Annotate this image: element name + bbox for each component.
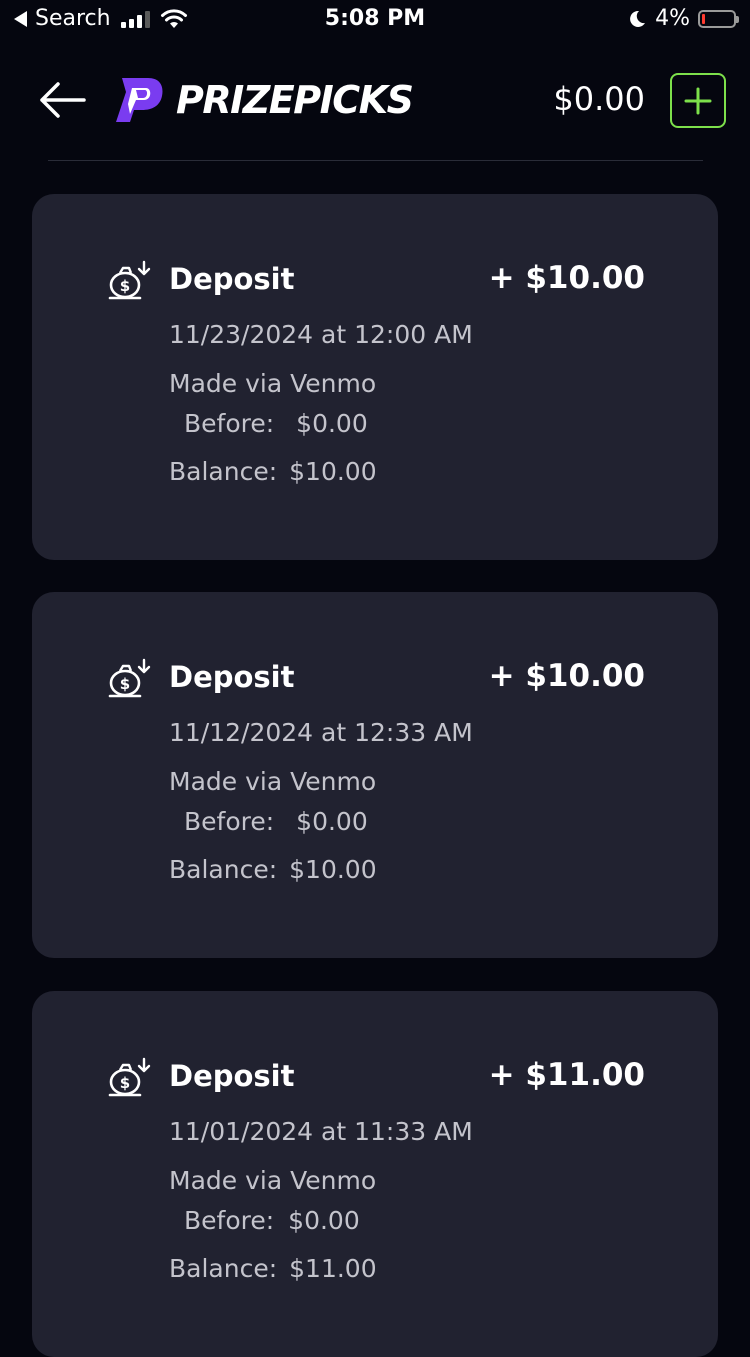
balance-value: $11.00 (289, 1254, 377, 1283)
before-value: $0.00 (296, 807, 368, 836)
before-label: Before: (184, 409, 275, 438)
balance-label: Balance: (169, 457, 278, 486)
before-value: $0.00 (296, 409, 368, 438)
balance-label: Balance: (169, 1254, 278, 1283)
prizepicks-logo: PRIZEPICKS (112, 74, 414, 126)
balance-label: Balance: (169, 855, 278, 884)
brand-name: PRIZEPICKS (176, 78, 414, 122)
before-value: $0.00 (288, 1206, 360, 1235)
balance-after-row: Balance: $11.00 (169, 1254, 377, 1283)
balance-before-row: Before: $0.00 (184, 1206, 360, 1235)
balance-before-row: Before: $0.00 (184, 807, 368, 836)
balance-after-row: Balance: $10.00 (169, 457, 377, 486)
app-header: PRIZEPICKS $0.00 (0, 60, 750, 140)
money-bag-deposit-icon: $ (108, 658, 151, 698)
transaction-amount: + $10.00 (488, 260, 645, 296)
money-bag-deposit-icon: $ (108, 1057, 151, 1097)
transaction-method: Made via Venmo (169, 369, 377, 398)
transaction-type: Deposit (169, 1059, 295, 1093)
transaction-method: Made via Venmo (169, 1166, 377, 1195)
moon-icon (630, 10, 646, 27)
battery-icon (698, 9, 739, 28)
header-divider (48, 160, 703, 161)
transaction-date: 11/23/2024 at 12:00 AM (169, 320, 473, 349)
add-funds-button[interactable] (670, 73, 726, 128)
prizepicks-logo-mark-icon (116, 78, 163, 122)
transaction-card[interactable]: $ Deposit + $10.00 11/23/2024 at 12:00 A… (32, 194, 718, 560)
battery-percentage: 4% (655, 6, 690, 31)
balance-value: $10.00 (289, 855, 377, 884)
money-bag-deposit-icon: $ (108, 260, 151, 300)
plus-icon (684, 87, 712, 115)
svg-text:$: $ (120, 675, 130, 693)
transaction-type: Deposit (169, 660, 295, 694)
transaction-card[interactable]: $ Deposit + $11.00 11/01/2024 at 11:33 A… (32, 991, 718, 1357)
transaction-amount: + $11.00 (488, 1057, 645, 1093)
before-label: Before: (184, 807, 275, 836)
transaction-amount: + $10.00 (488, 658, 645, 694)
transaction-date: 11/12/2024 at 12:33 AM (169, 718, 473, 747)
transaction-method: Made via Venmo (169, 767, 377, 796)
account-balance: $0.00 (553, 80, 645, 118)
svg-text:$: $ (120, 1074, 130, 1092)
balance-before-row: Before: $0.00 (184, 409, 368, 438)
transaction-type: Deposit (169, 262, 295, 296)
balance-after-row: Balance: $10.00 (169, 855, 377, 884)
back-arrow-icon[interactable] (36, 78, 88, 122)
status-bar: Search 5:08 PM 4% (0, 0, 750, 40)
transaction-card[interactable]: $ Deposit + $10.00 11/12/2024 at 12:33 A… (32, 592, 718, 958)
before-label: Before: (184, 1206, 275, 1235)
balance-value: $10.00 (289, 457, 377, 486)
svg-text:$: $ (120, 277, 130, 295)
transaction-date: 11/01/2024 at 11:33 AM (169, 1117, 473, 1146)
